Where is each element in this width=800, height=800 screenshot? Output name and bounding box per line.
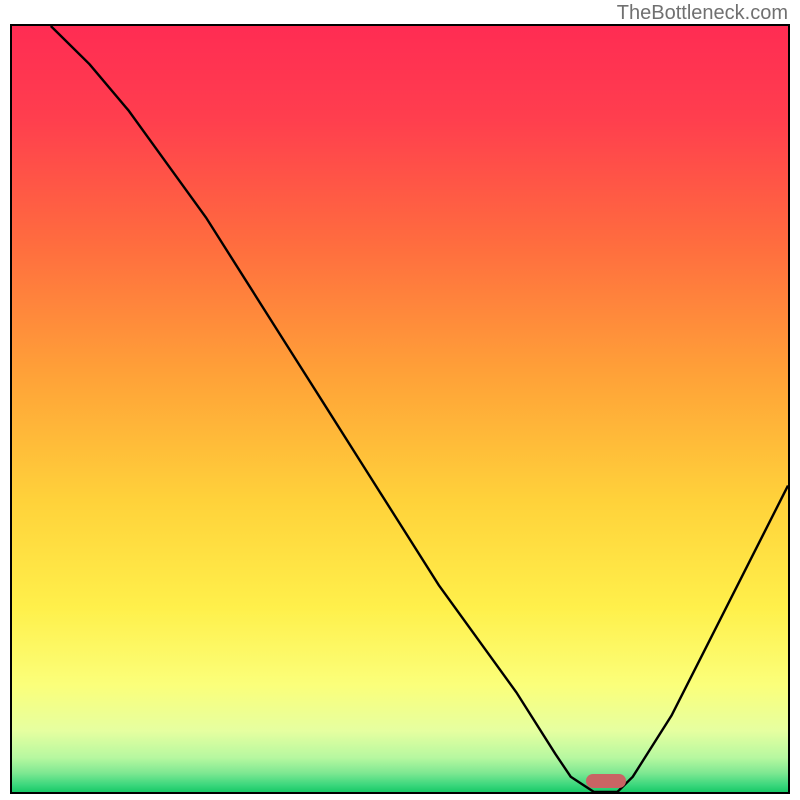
bottleneck-chart — [12, 26, 788, 792]
chart-frame — [10, 24, 790, 794]
optimal-marker — [586, 774, 626, 788]
watermark-text: TheBottleneck.com — [617, 2, 788, 25]
gradient-background — [12, 26, 788, 792]
